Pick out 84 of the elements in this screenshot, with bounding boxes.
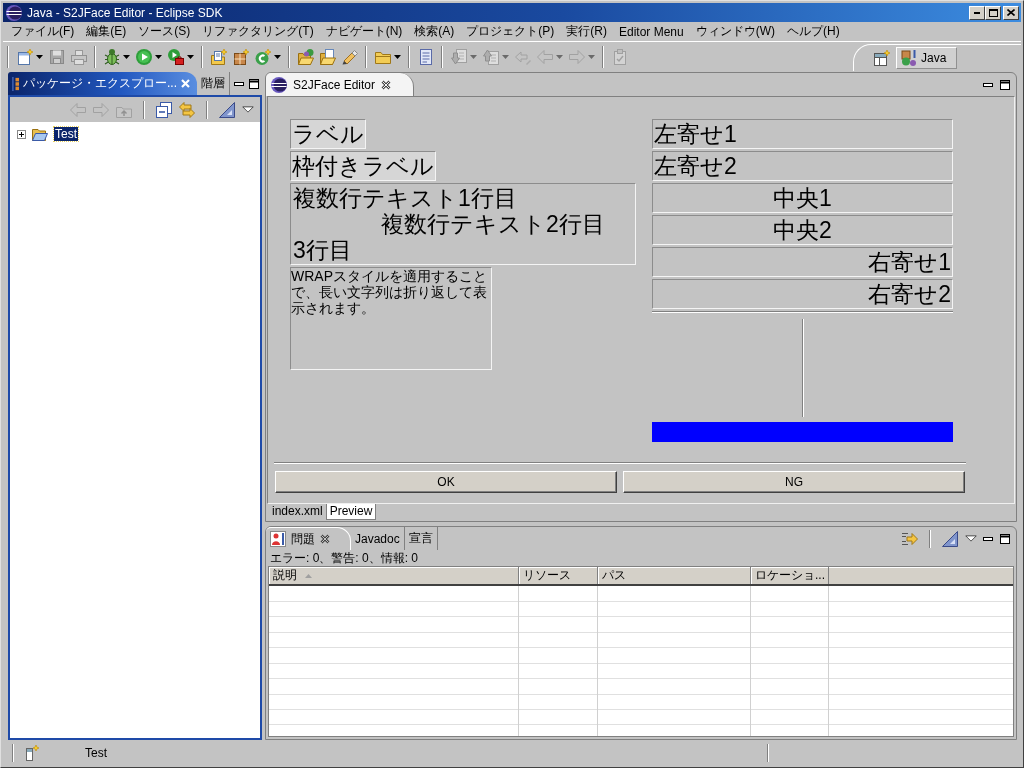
maximize-icon[interactable] <box>1000 79 1010 90</box>
window-title: Java - S2JFace Editor - Eclipse SDK <box>27 5 223 20</box>
minimize-icon[interactable] <box>234 81 244 86</box>
java-perspective-icon <box>901 50 917 66</box>
caret-icon[interactable] <box>394 54 401 59</box>
menu-item[interactable]: ファイル(F) <box>5 23 81 40</box>
minimize-icon <box>974 11 980 14</box>
new-package-icon[interactable] <box>233 48 249 65</box>
view-tab[interactable]: Javadoc <box>351 527 405 550</box>
menu-item[interactable]: 検索(A) <box>408 23 461 40</box>
menu-item[interactable]: リファクタリング(T) <box>196 23 320 40</box>
text-line: 複数行テキスト2行目 <box>380 211 605 237</box>
status-text: Test <box>85 746 107 760</box>
menu-item[interactable]: Editor Menu <box>613 24 690 39</box>
new-project-icon[interactable] <box>211 48 227 65</box>
problem-summary: エラー: 0、警告: 0、情報: 0 <box>269 550 420 566</box>
caret-icon[interactable] <box>155 54 162 59</box>
dialog-button[interactable]: NG <box>623 471 965 493</box>
column-header[interactable]: 説明 <box>269 567 519 584</box>
maximize-icon <box>988 8 998 17</box>
close-icon[interactable] <box>381 79 392 90</box>
aligned-label: 左寄せ2 <box>652 151 953 181</box>
page-star-icon[interactable] <box>23 745 39 761</box>
column-header[interactable]: リソース <box>519 567 598 584</box>
view-tab[interactable]: 宣言 <box>404 527 438 550</box>
editor-tab[interactable]: S2JFace Editor <box>266 73 415 96</box>
preview-label: 枠付きラベル <box>290 151 436 181</box>
page-tab[interactable]: index.xml <box>269 504 326 519</box>
aligned-label: 右寄せ1 <box>652 247 953 277</box>
minimize-icon[interactable] <box>983 536 993 541</box>
menu-item[interactable]: ウィンドウ(W) <box>689 23 782 40</box>
new-file-icon[interactable] <box>17 48 33 65</box>
menu-item[interactable]: プロジェクト(P) <box>460 23 561 40</box>
page-tab[interactable]: Preview <box>325 504 377 520</box>
maximize-icon[interactable] <box>1000 533 1010 544</box>
menu-item[interactable]: 編集(E) <box>80 23 133 40</box>
close-button[interactable] <box>1003 5 1019 20</box>
aligned-label: 右寄せ2 <box>652 279 953 309</box>
caret-icon[interactable] <box>36 54 43 59</box>
minimize-button[interactable] <box>969 5 985 20</box>
aligned-label: 中央2 <box>652 215 953 245</box>
perspective-button[interactable]: Java <box>896 47 958 69</box>
sphere-icon <box>271 76 287 93</box>
view-menu-icon[interactable] <box>242 106 254 113</box>
close-icon[interactable] <box>320 534 330 544</box>
text-line: 3行目 <box>293 237 352 263</box>
open-folder-icon <box>32 126 48 142</box>
menu-item[interactable]: ソース(S) <box>132 23 197 40</box>
preview-label: ラベル <box>290 119 366 149</box>
caret-icon[interactable] <box>187 54 194 59</box>
pencil-icon[interactable] <box>342 48 358 65</box>
folder-document-icon[interactable] <box>320 48 336 65</box>
folder-balls-icon[interactable] <box>298 48 314 65</box>
maximize-button[interactable] <box>985 5 1001 20</box>
document-list-icon[interactable] <box>418 48 434 65</box>
tree-item[interactable]: Test <box>54 127 78 141</box>
maximize-icon[interactable] <box>249 78 259 89</box>
column-header[interactable]: パス <box>598 567 751 584</box>
problems-icon <box>270 531 286 547</box>
bug-icon[interactable] <box>104 48 120 65</box>
close-icon <box>1007 9 1015 16</box>
menu-item[interactable]: ヘルプ(H) <box>781 23 846 40</box>
minimize-icon[interactable] <box>983 82 993 87</box>
view-tab[interactable]: パッケージ・エクスプロー... <box>8 72 197 95</box>
column-header[interactable]: ロケーショ... <box>751 567 829 584</box>
text-line: 複数行テキスト1行目 <box>293 185 517 211</box>
filter-icon[interactable] <box>902 530 918 547</box>
run-toolbox-icon[interactable] <box>168 48 184 65</box>
menu-item[interactable]: ナビゲート(N) <box>319 23 409 40</box>
collapse-all-icon[interactable] <box>156 101 172 118</box>
view-tab[interactable]: 問題 <box>266 527 351 550</box>
aligned-label: 中央1 <box>652 183 953 213</box>
dialog-button[interactable]: OK <box>275 471 617 493</box>
menu-item[interactable]: 実行(R) <box>560 23 613 40</box>
grid-icon <box>12 76 19 91</box>
caret-icon[interactable] <box>123 54 130 59</box>
view-menu-icon[interactable] <box>965 535 977 542</box>
wrapped-label: WRAPスタイルを適用することで、長い文字列は折り返して表示されます。 <box>290 267 492 370</box>
open-perspective-icon[interactable] <box>874 50 890 66</box>
caret-icon[interactable] <box>274 54 281 59</box>
expand-icon[interactable] <box>17 129 26 139</box>
view-tab[interactable]: 階層 <box>197 72 230 95</box>
aligned-label: 左寄せ1 <box>652 119 953 149</box>
sphere-icon <box>6 4 22 21</box>
